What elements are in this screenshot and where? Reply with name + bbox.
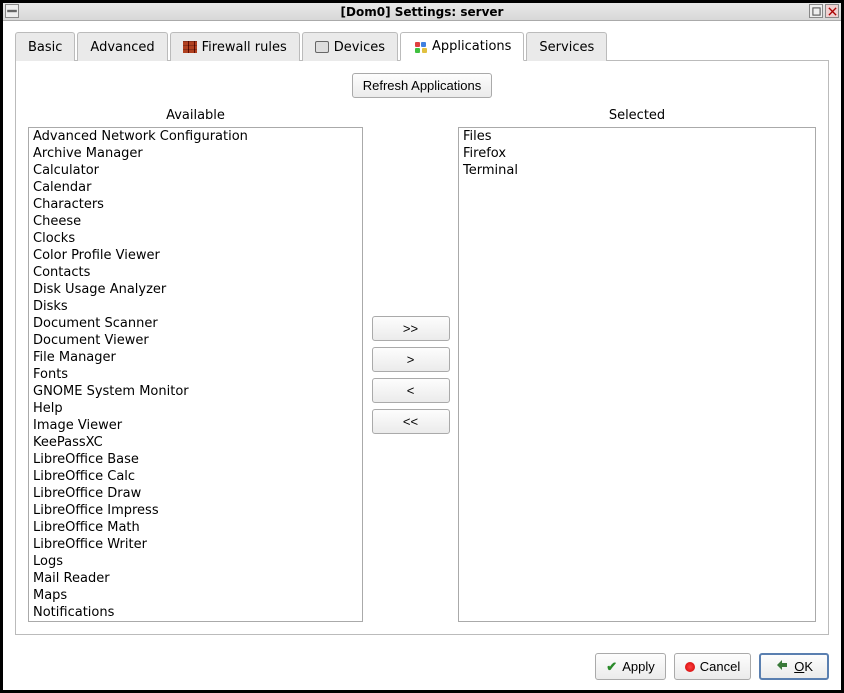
list-item[interactable]: Mail Reader: [29, 570, 362, 587]
list-item[interactable]: Notifications: [29, 604, 362, 621]
selected-listbox[interactable]: FilesFirefoxTerminal: [458, 127, 816, 622]
move-left-button[interactable]: <: [372, 378, 450, 403]
tab-label: Advanced: [90, 40, 154, 55]
cancel-icon: [685, 662, 695, 672]
window-title: [Dom0] Settings: server: [341, 5, 504, 19]
list-item[interactable]: LibreOffice Draw: [29, 485, 362, 502]
titlebar-controls: [809, 4, 839, 18]
list-item[interactable]: Calculator: [29, 162, 362, 179]
ok-icon: [775, 658, 789, 675]
available-header: Available: [28, 108, 363, 123]
ok-label: OK: [794, 659, 813, 674]
refresh-row: Refresh Applications: [28, 73, 816, 98]
tab-label: Applications: [432, 39, 511, 54]
move-all-left-button[interactable]: <<: [372, 409, 450, 434]
tab-devices[interactable]: Devices: [302, 32, 398, 61]
selected-header: Selected: [458, 108, 816, 123]
list-item[interactable]: Advanced Network Configuration: [29, 128, 362, 145]
list-item[interactable]: LibreOffice Writer: [29, 536, 362, 553]
list-item[interactable]: LibreOffice Base: [29, 451, 362, 468]
move-right-button[interactable]: >: [372, 347, 450, 372]
list-item[interactable]: Color Profile Viewer: [29, 247, 362, 264]
tab-services[interactable]: Services: [526, 32, 607, 61]
applications-icon: [413, 40, 427, 54]
move-all-right-button[interactable]: >>: [372, 316, 450, 341]
list-item[interactable]: LibreOffice Calc: [29, 468, 362, 485]
refresh-applications-button[interactable]: Refresh Applications: [352, 73, 493, 98]
list-item[interactable]: Disks: [29, 298, 362, 315]
tab-label: Basic: [28, 40, 62, 55]
cancel-button[interactable]: Cancel: [674, 653, 751, 680]
list-item[interactable]: Contacts: [29, 264, 362, 281]
list-item[interactable]: KeePassXC: [29, 434, 362, 451]
list-item[interactable]: Firefox: [459, 145, 815, 162]
devices-icon: [315, 41, 329, 53]
list-item[interactable]: Characters: [29, 196, 362, 213]
list-item[interactable]: Files: [459, 128, 815, 145]
applications-panel: Refresh Applications Available Selected …: [15, 61, 829, 635]
tab-advanced[interactable]: Advanced: [77, 32, 167, 61]
list-item[interactable]: Maps: [29, 587, 362, 604]
settings-window: [Dom0] Settings: server Basic Advanced F…: [0, 0, 844, 693]
tab-bar: Basic Advanced Firewall rules Devices Ap…: [15, 31, 829, 61]
tab-applications[interactable]: Applications: [400, 32, 524, 61]
list-item[interactable]: Archive Manager: [29, 145, 362, 162]
firewall-icon: [183, 41, 197, 53]
list-item[interactable]: LibreOffice Math: [29, 519, 362, 536]
content-area: Basic Advanced Firewall rules Devices Ap…: [3, 21, 841, 645]
list-item[interactable]: Cheese: [29, 213, 362, 230]
window-menu-icon[interactable]: [5, 4, 19, 18]
cancel-label: Cancel: [700, 659, 740, 674]
ok-button[interactable]: OK: [759, 653, 829, 680]
list-item[interactable]: Help: [29, 400, 362, 417]
list-item[interactable]: Disk Usage Analyzer: [29, 281, 362, 298]
list-item[interactable]: Logs: [29, 553, 362, 570]
close-button[interactable]: [825, 4, 839, 18]
tab-firewall[interactable]: Firewall rules: [170, 32, 300, 61]
list-item[interactable]: Document Scanner: [29, 315, 362, 332]
list-headers: Available Selected: [28, 108, 816, 123]
list-item[interactable]: GNOME System Monitor: [29, 383, 362, 400]
tab-label: Devices: [334, 40, 385, 55]
lists-row: Advanced Network ConfigurationArchive Ma…: [28, 127, 816, 622]
maximize-button[interactable]: [809, 4, 823, 18]
list-item[interactable]: Document Viewer: [29, 332, 362, 349]
tab-label: Services: [539, 40, 594, 55]
move-button-group: >> > < <<: [363, 127, 458, 622]
titlebar[interactable]: [Dom0] Settings: server: [3, 3, 841, 21]
apply-button[interactable]: ✔ Apply: [595, 653, 665, 680]
tab-label: Firewall rules: [202, 40, 287, 55]
list-item[interactable]: Clocks: [29, 230, 362, 247]
list-item[interactable]: LibreOffice Impress: [29, 502, 362, 519]
list-item[interactable]: Image Viewer: [29, 417, 362, 434]
dialog-button-bar: ✔ Apply Cancel OK: [3, 645, 841, 690]
list-item[interactable]: Calendar: [29, 179, 362, 196]
list-item[interactable]: Fonts: [29, 366, 362, 383]
tab-basic[interactable]: Basic: [15, 32, 75, 61]
list-item[interactable]: File Manager: [29, 349, 362, 366]
list-item[interactable]: Terminal: [459, 162, 815, 179]
apply-label: Apply: [622, 659, 655, 674]
available-listbox[interactable]: Advanced Network ConfigurationArchive Ma…: [28, 127, 363, 622]
check-icon: ✔: [606, 659, 617, 675]
